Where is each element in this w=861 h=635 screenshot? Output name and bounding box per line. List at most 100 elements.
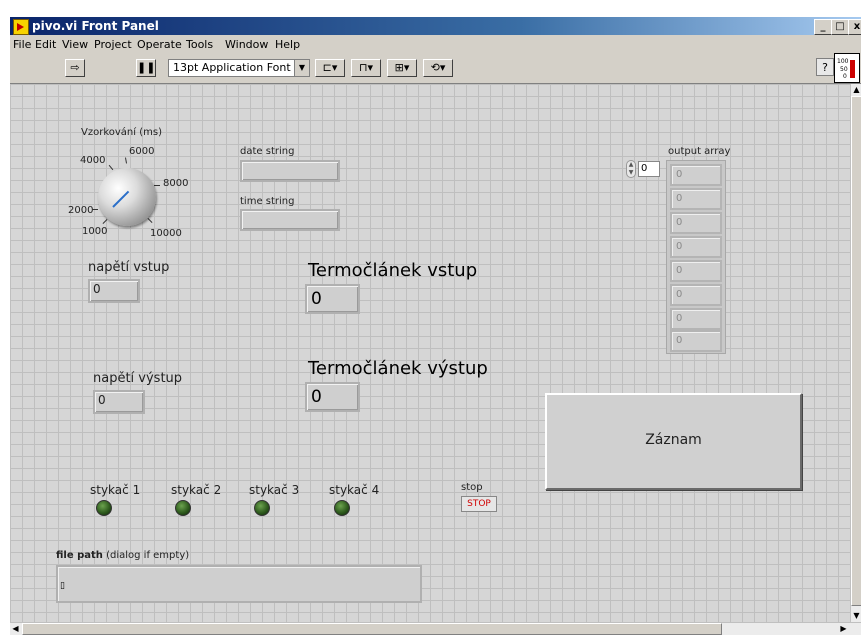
resize-objects-icon[interactable]: ⊞▾ xyxy=(387,59,417,77)
thermo-in-indicator: 0 xyxy=(305,284,360,314)
time-string-label: time string xyxy=(240,196,295,207)
knob-tick-10000: 10000 xyxy=(150,228,182,239)
stop-label: stop xyxy=(461,482,483,493)
date-string-label: date string xyxy=(240,146,295,157)
horizontal-scroll-thumb[interactable] xyxy=(22,623,722,635)
led-indicator-2 xyxy=(175,500,191,516)
maximize-button[interactable]: □ xyxy=(831,19,849,35)
array-element-value: 0 xyxy=(676,265,683,276)
array-element-value: 0 xyxy=(676,241,683,252)
vertical-scroll-thumb[interactable] xyxy=(851,96,861,606)
knob-tick-8000: 8000 xyxy=(163,178,189,189)
file-path-label-bold: file path xyxy=(56,550,103,561)
distribute-objects-icon[interactable]: ⊓▾ xyxy=(351,59,381,77)
thermo-in-label: Termočlánek vstup xyxy=(308,260,478,281)
vi-icon-text-1: 100 xyxy=(837,58,849,65)
vi-icon-text-3: 0 xyxy=(843,73,847,80)
menu-file[interactable]: File xyxy=(13,38,31,51)
thermo-out-label: Termočlánek výstup xyxy=(308,358,488,379)
knob-tick-mark xyxy=(92,209,98,210)
array-element: 0 xyxy=(670,330,722,352)
led-indicator-1 xyxy=(96,500,112,516)
window-title: pivo.vi Front Panel xyxy=(32,19,159,33)
array-element: 0 xyxy=(670,164,722,186)
array-index-value[interactable]: 0 xyxy=(638,161,660,177)
led-label-1: stykač 1 xyxy=(90,483,141,497)
array-element: 0 xyxy=(670,236,722,258)
array-element: 0 xyxy=(670,284,722,306)
scroll-up-icon[interactable]: ▲ xyxy=(851,84,861,95)
scroll-right-icon[interactable]: ▶ xyxy=(838,623,849,634)
voltage-out-indicator: 0 xyxy=(93,390,145,414)
knob-tick-4000: 4000 xyxy=(80,155,106,166)
vi-icon-text-2: 50 xyxy=(840,66,848,73)
menu-tools[interactable]: Tools xyxy=(186,38,213,51)
knob-tick-mark xyxy=(154,185,160,186)
menu-help[interactable]: Help xyxy=(275,38,300,51)
knob-tick-6000: 6000 xyxy=(129,146,155,157)
array-element: 0 xyxy=(670,260,722,282)
voltage-in-value: 0 xyxy=(93,282,101,296)
file-path-control[interactable]: ▯ xyxy=(56,565,422,603)
knob-needle xyxy=(112,190,130,208)
led-label-3: stykač 3 xyxy=(249,483,300,497)
browse-icon[interactable]: ▯ xyxy=(60,581,65,591)
knob-tick-1000: 1000 xyxy=(82,226,108,237)
menu-operate[interactable]: Operate xyxy=(137,38,182,51)
output-array-label: output array xyxy=(668,146,731,157)
voltage-out-value: 0 xyxy=(98,393,106,407)
pause-icon[interactable]: ❚❚ xyxy=(136,59,156,77)
array-element: 0 xyxy=(670,212,722,234)
array-element-value: 0 xyxy=(676,217,683,228)
thermo-out-value: 0 xyxy=(311,387,322,407)
scroll-left-icon[interactable]: ◀ xyxy=(10,623,21,634)
thermo-out-indicator: 0 xyxy=(305,382,360,412)
menu-view[interactable]: View xyxy=(62,38,88,51)
index-spinner-icon[interactable]: ▲ ▼ xyxy=(626,160,636,178)
menu-project[interactable]: Project xyxy=(94,38,132,51)
time-string-indicator xyxy=(240,209,340,231)
led-indicator-3 xyxy=(254,500,270,516)
reorder-icon[interactable]: ⟲▾ xyxy=(423,59,453,77)
led-label-2: stykač 2 xyxy=(171,483,222,497)
file-path-label: file path (dialog if empty) xyxy=(56,550,189,561)
vi-connector-icon: 100 50 0 xyxy=(834,53,860,83)
toolbar: ⇨ ❚❚ 13pt Application Font ▼ ⊏▾ ⊓▾ ⊞▾ ⟲▾… xyxy=(10,53,861,84)
array-element: 0 xyxy=(670,308,722,330)
date-string-indicator xyxy=(240,160,340,182)
voltage-in-indicator: 0 xyxy=(88,279,140,303)
scroll-down-icon[interactable]: ▼ xyxy=(851,610,861,621)
thermometer-icon xyxy=(850,60,855,78)
array-element-value: 0 xyxy=(676,335,683,346)
array-element-value: 0 xyxy=(676,193,683,204)
window-title-bar[interactable]: pivo.vi Front Panel _ □ x xyxy=(10,17,861,35)
close-button[interactable]: x xyxy=(848,19,861,35)
font-select[interactable]: 13pt Application Font ▼ xyxy=(168,59,310,77)
align-objects-icon[interactable]: ⊏▾ xyxy=(315,59,345,77)
chevron-down-icon: ▼ xyxy=(294,60,309,76)
array-element-value: 0 xyxy=(676,313,683,324)
knob-label: Vzorkování (ms) xyxy=(81,127,162,138)
led-label-4: stykač 4 xyxy=(329,483,380,497)
array-element-value: 0 xyxy=(676,169,683,180)
minimize-button[interactable]: _ xyxy=(814,19,832,35)
file-path-label-rest: (dialog if empty) xyxy=(102,550,190,561)
record-button[interactable]: Záznam xyxy=(545,393,802,490)
voltage-in-label: napětí vstup xyxy=(88,260,170,275)
menu-edit[interactable]: Edit xyxy=(35,38,56,51)
thermo-in-value: 0 xyxy=(311,289,322,309)
font-select-value: 13pt Application Font xyxy=(173,61,291,74)
vertical-scrollbar[interactable]: ▲ ▼ xyxy=(850,84,861,622)
array-element-value: 0 xyxy=(676,289,683,300)
menu-window[interactable]: Window xyxy=(225,38,268,51)
array-index[interactable]: ▲ ▼ 0 xyxy=(626,160,662,178)
menu-bar: File Edit View Project Operate Tools Win… xyxy=(10,35,861,53)
context-help-button[interactable]: ? xyxy=(816,58,834,76)
horizontal-scrollbar[interactable]: ◀ ▶ xyxy=(10,622,861,635)
voltage-out-label: napětí výstup xyxy=(93,371,183,386)
led-indicator-4 xyxy=(334,500,350,516)
run-arrow-icon[interactable]: ⇨ xyxy=(65,59,85,77)
stop-button[interactable]: STOP xyxy=(461,496,497,512)
labview-vi-icon xyxy=(13,19,29,35)
sampling-knob[interactable] xyxy=(98,168,156,226)
